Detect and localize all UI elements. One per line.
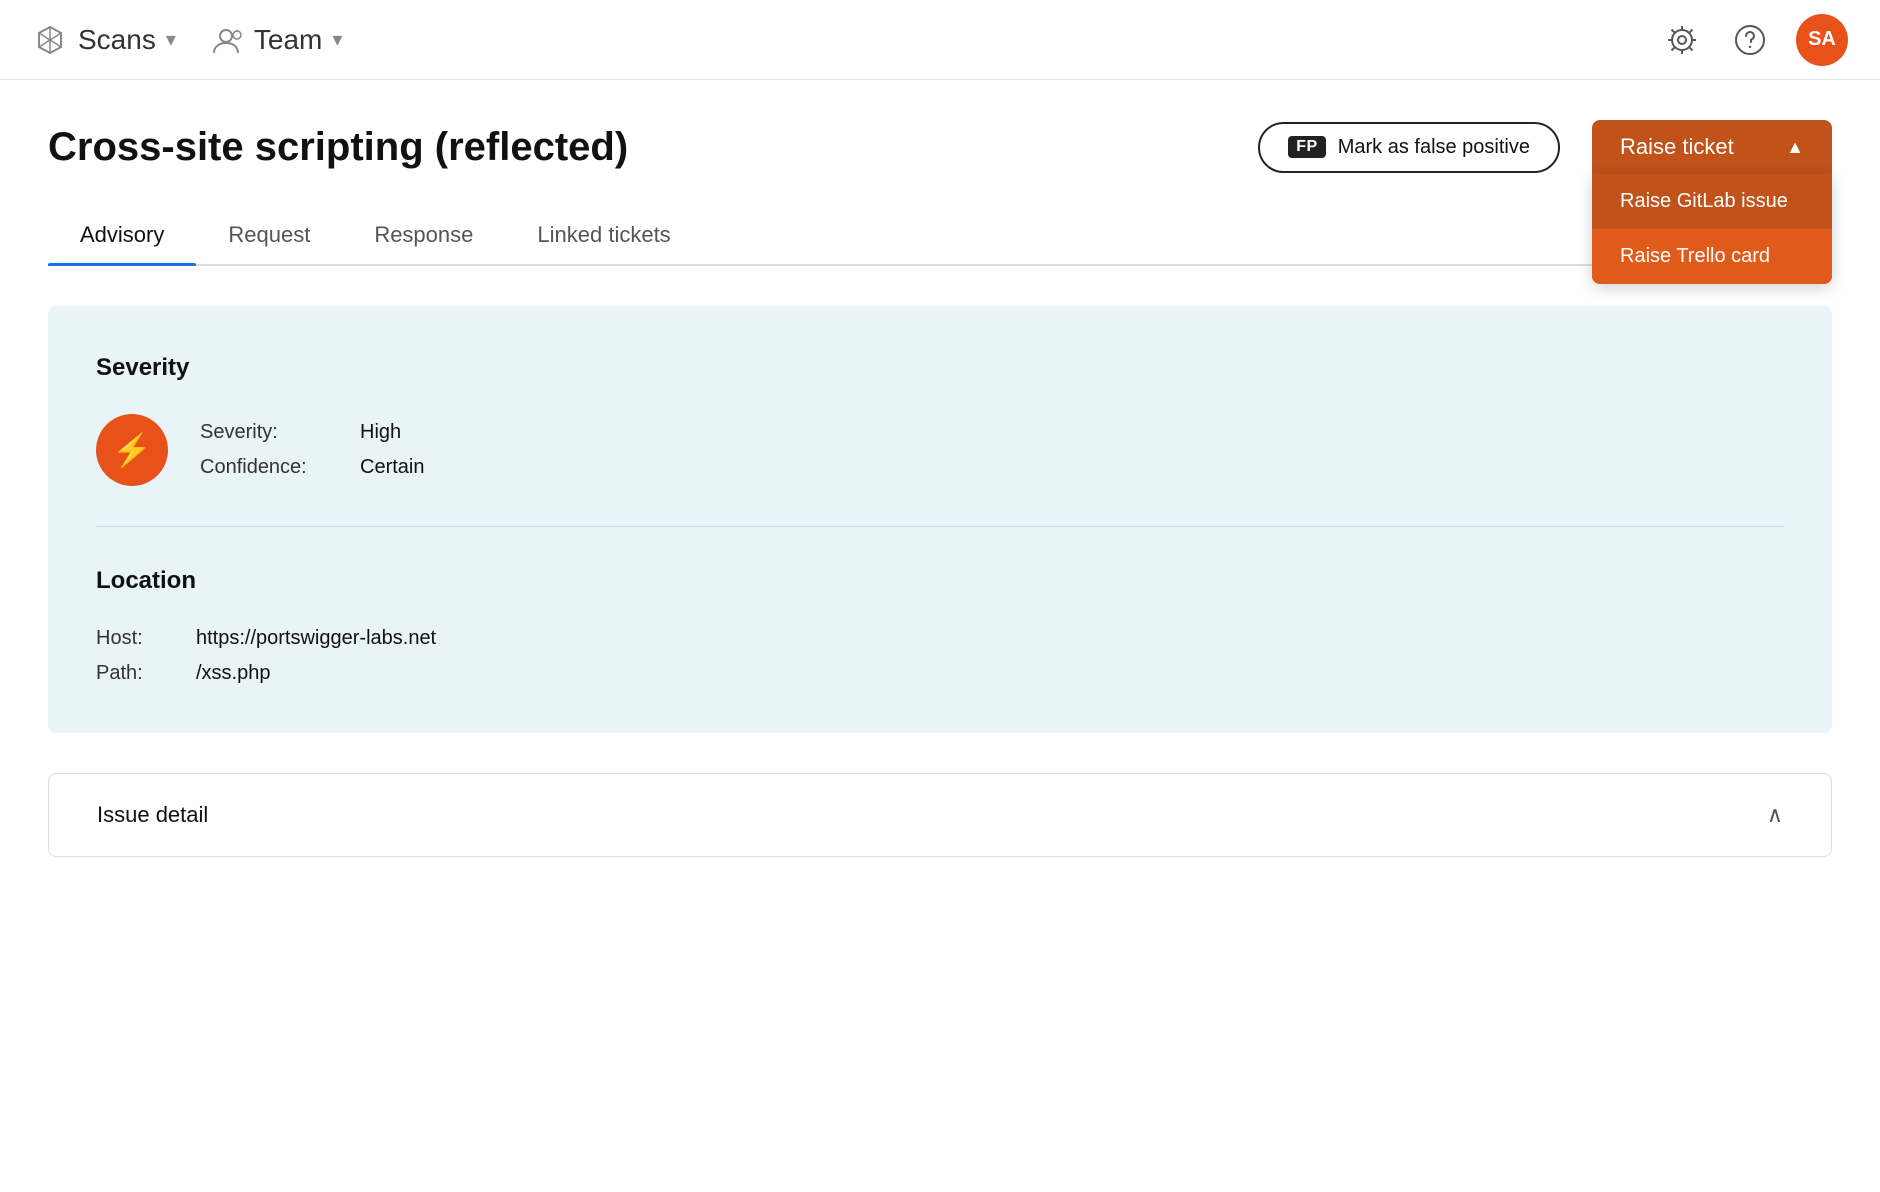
team-chevron-icon: ▾ [332, 27, 342, 52]
team-nav[interactable]: Team ▾ [208, 22, 343, 58]
trello-card-label: Raise Trello card [1620, 245, 1770, 267]
raise-ticket-button[interactable]: Raise ticket ▲ [1592, 120, 1832, 174]
host-line: Host: https://portswigger-labs.net [96, 627, 1784, 650]
severity-row: ⚡ Severity: High Confidence: Certain [96, 414, 1784, 486]
severity-section: Severity ⚡ Severity: High Confidence: Ce… [96, 354, 1784, 486]
confidence-line: Confidence: Certain [200, 456, 424, 479]
tab-response[interactable]: Response [342, 206, 505, 264]
false-positive-button[interactable]: FP Mark as false positive [1258, 122, 1560, 173]
scans-nav[interactable]: Scans ▾ [32, 22, 176, 58]
tab-advisory-label: Advisory [80, 222, 164, 247]
severity-value: High [360, 421, 401, 444]
tab-request[interactable]: Request [196, 206, 342, 264]
page-title: Cross-site scripting (reflected) [48, 125, 628, 170]
raise-gitlab-issue-item[interactable]: Raise GitLab issue [1592, 174, 1832, 229]
header: Scans ▾ Team ▾ [0, 0, 1880, 80]
tab-advisory[interactable]: Advisory [48, 206, 196, 264]
team-label: Team [254, 24, 322, 56]
location-grid: Host: https://portswigger-labs.net Path:… [96, 627, 1784, 685]
severity-details: Severity: High Confidence: Certain [200, 421, 424, 479]
raise-ticket-label: Raise ticket [1620, 134, 1734, 160]
raise-trello-card-item[interactable]: Raise Trello card [1592, 229, 1832, 284]
page-content: Cross-site scripting (reflected) FP Mark… [0, 80, 1880, 857]
fp-badge: FP [1288, 136, 1325, 158]
location-section-title: Location [96, 567, 1784, 595]
user-avatar[interactable]: SA [1796, 14, 1848, 66]
issue-detail-header[interactable]: Issue detail ∧ [49, 774, 1831, 856]
path-value: /xss.php [196, 662, 270, 685]
host-value: https://portswigger-labs.net [196, 627, 436, 650]
divider [96, 526, 1784, 527]
issue-detail-section: Issue detail ∧ [48, 773, 1832, 857]
host-label: Host: [96, 627, 196, 650]
severity-symbol: ⚡ [112, 431, 152, 469]
issue-detail-chevron-icon: ∧ [1767, 802, 1783, 828]
raise-ticket-dropdown: Raise GitLab issue Raise Trello card [1592, 174, 1832, 284]
severity-section-title: Severity [96, 354, 1784, 382]
path-label: Path: [96, 662, 196, 685]
scans-label: Scans [78, 24, 156, 56]
path-line: Path: /xss.php [96, 662, 1784, 685]
tab-response-label: Response [374, 222, 473, 247]
settings-button[interactable] [1660, 18, 1704, 62]
scans-chevron-icon: ▾ [166, 27, 176, 52]
avatar-initials: SA [1808, 28, 1836, 51]
tabs: Advisory Request Response Linked tickets [48, 206, 1832, 266]
confidence-label: Confidence: [200, 456, 360, 479]
issue-detail-title: Issue detail [97, 802, 208, 828]
severity-label: Severity: [200, 421, 360, 444]
header-actions: SA [1660, 14, 1848, 66]
location-section: Location Host: https://portswigger-labs.… [96, 567, 1784, 685]
header-nav: Scans ▾ Team ▾ [32, 22, 342, 58]
raise-ticket-wrapper: Raise ticket ▲ Raise GitLab issue Raise … [1592, 120, 1832, 174]
severity-line: Severity: High [200, 421, 424, 444]
false-positive-label: Mark as false positive [1338, 136, 1530, 159]
main-content: Severity ⚡ Severity: High Confidence: Ce… [48, 306, 1832, 733]
tab-linked-tickets-label: Linked tickets [537, 222, 670, 247]
raise-ticket-chevron-icon: ▲ [1786, 137, 1804, 158]
tab-linked-tickets[interactable]: Linked tickets [505, 206, 702, 264]
team-icon [208, 22, 244, 58]
tab-request-label: Request [228, 222, 310, 247]
severity-icon: ⚡ [96, 414, 168, 486]
help-button[interactable] [1728, 18, 1772, 62]
title-row: Cross-site scripting (reflected) FP Mark… [48, 120, 1832, 174]
confidence-value: Certain [360, 456, 424, 479]
scans-icon [32, 22, 68, 58]
gitlab-issue-label: Raise GitLab issue [1620, 190, 1788, 212]
